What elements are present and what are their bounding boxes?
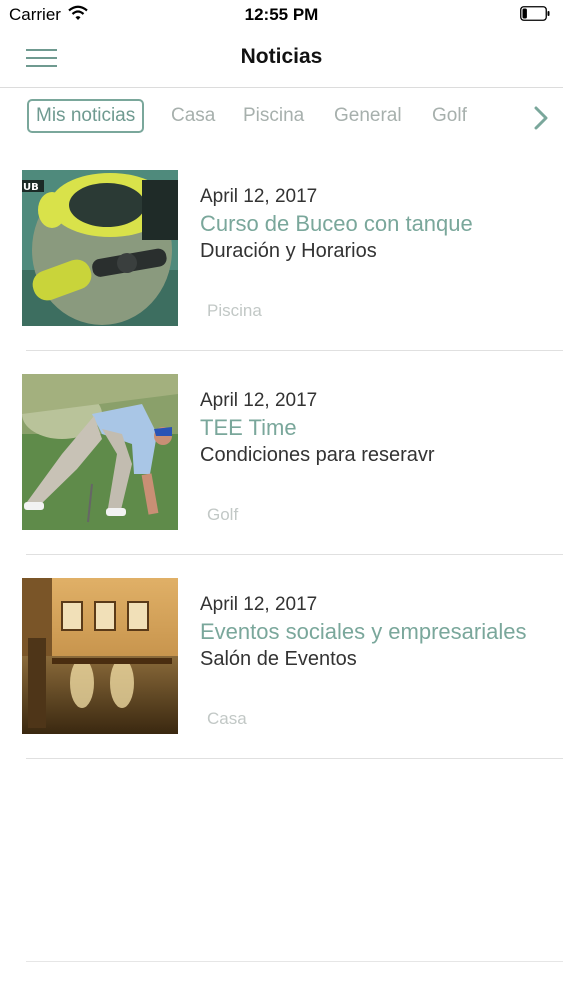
news-category: Golf — [207, 505, 239, 524]
golfer-photo — [22, 374, 178, 530]
news-item[interactable]: UB April 12, 2017 Curso de Buceo con tan… — [0, 170, 563, 374]
diver-photo: UB — [22, 170, 178, 326]
news-title: Curso de Buceo con tanque — [200, 211, 473, 236]
tab-casa[interactable]: Casa — [164, 100, 222, 132]
news-subtitle: Salón de Eventos — [200, 648, 357, 670]
event-hall-photo — [22, 578, 178, 734]
navigation-bar: Noticias — [0, 30, 563, 88]
news-date: April 12, 2017 — [200, 186, 318, 207]
news-subtitle: Duración y Horarios — [200, 240, 377, 262]
news-title: TEE Time — [200, 415, 297, 440]
tab-mis-noticias[interactable]: Mis noticias — [27, 99, 145, 133]
news-category: Casa — [207, 709, 247, 728]
news-subtitle: Condiciones para reseravr — [200, 444, 435, 466]
news-item[interactable]: April 12, 2017 Eventos sociales y empres… — [0, 578, 563, 782]
news-category: Piscina — [207, 301, 262, 320]
bottom-divider — [26, 961, 563, 962]
divider — [26, 758, 563, 759]
news-title: Eventos sociales y empresariales — [200, 619, 527, 644]
svg-text:UB: UB — [23, 182, 39, 193]
news-date: April 12, 2017 — [200, 594, 318, 615]
divider — [26, 350, 563, 351]
status-bar: Carrier 12:55 PM — [0, 0, 563, 30]
category-tabs: Mis noticias Casa Piscina General Golf — [0, 88, 563, 148]
tab-general[interactable]: General — [327, 100, 409, 132]
page-title: Noticias — [240, 45, 323, 68]
chevron-right-icon[interactable] — [528, 105, 552, 131]
news-item[interactable]: April 12, 2017 TEE Time Condiciones para… — [0, 374, 563, 578]
status-time: 12:55 PM — [244, 5, 319, 24]
tab-golf[interactable]: Golf — [425, 100, 474, 132]
divider — [26, 554, 563, 555]
tab-piscina[interactable]: Piscina — [236, 100, 311, 132]
news-date: April 12, 2017 — [200, 390, 318, 411]
battery-icon — [520, 6, 550, 21]
